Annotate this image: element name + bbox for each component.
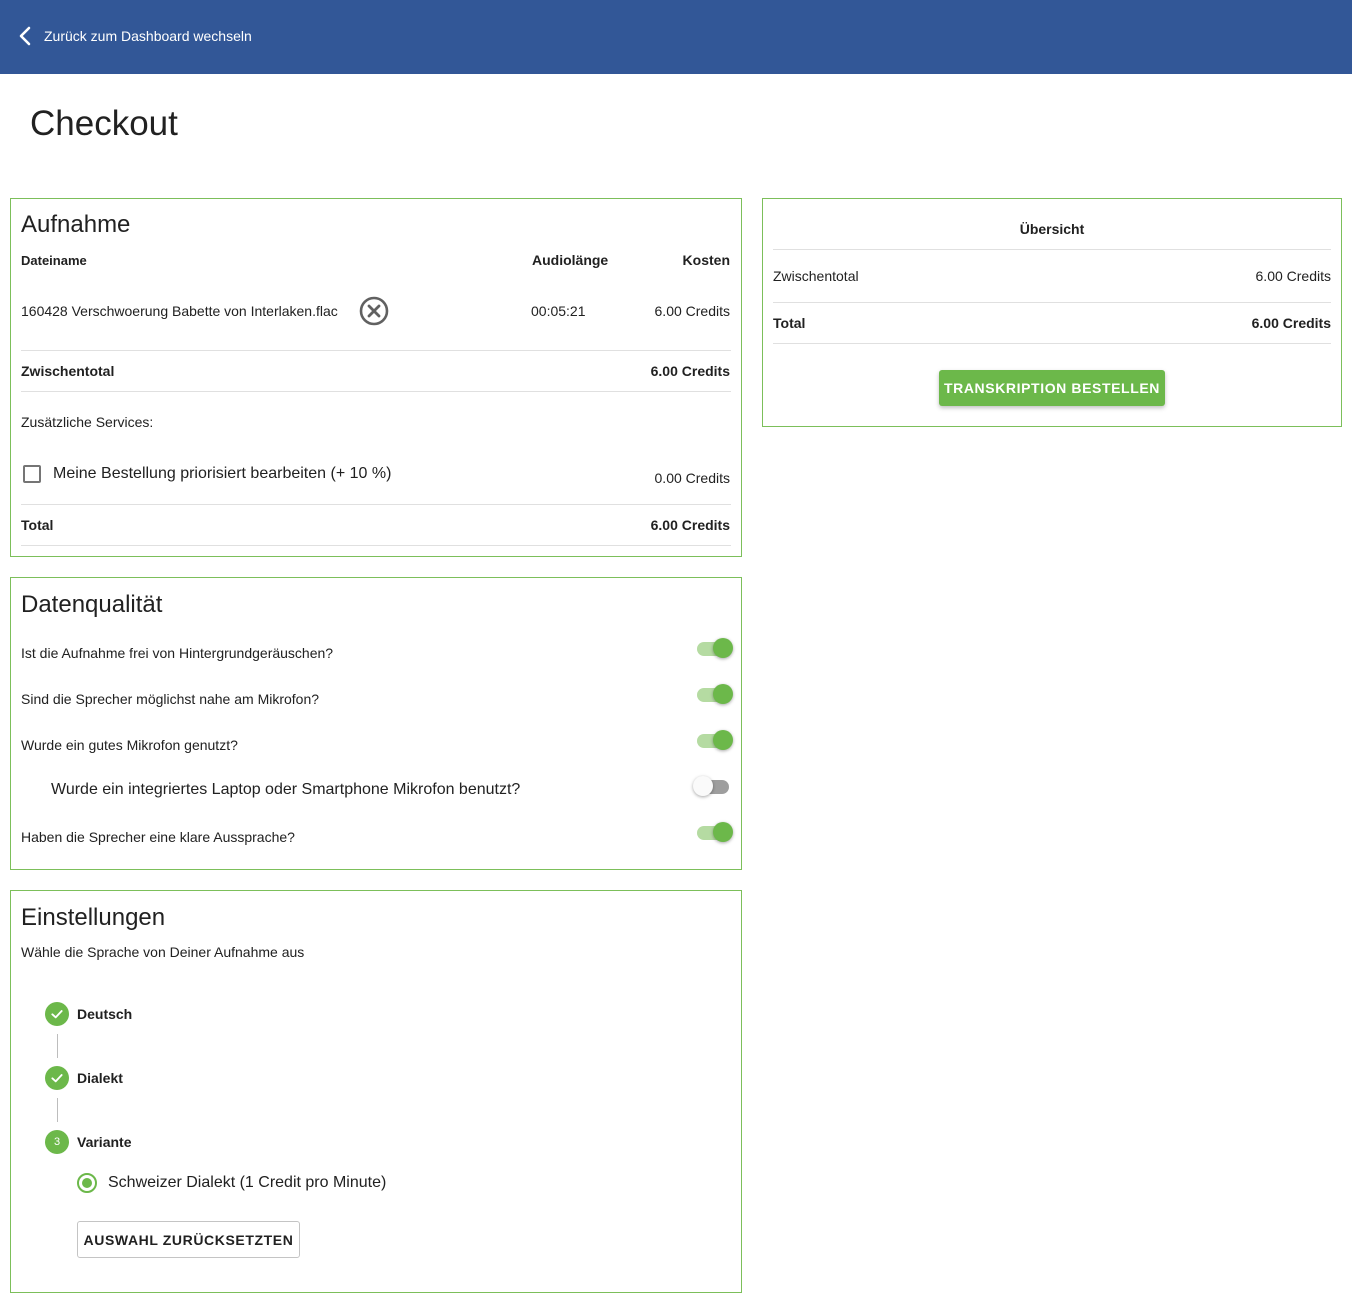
divider — [773, 249, 1331, 250]
summary-total-label: Total — [773, 315, 806, 331]
quality-toggle-clear-pronunciation[interactable] — [695, 822, 733, 844]
summary-title: Übersicht — [1019, 221, 1085, 237]
quality-question: Haben die Sprecher eine klare Aussprache… — [21, 829, 295, 845]
step-label-dialect[interactable]: Dialekt — [77, 1070, 123, 1086]
file-cost: 6.00 Credits — [654, 303, 730, 319]
divider — [21, 545, 731, 546]
quality-question: Wurde ein gutes Mikrofon genutzt? — [21, 737, 238, 753]
subtotal-value: 6.00 Credits — [650, 363, 730, 379]
total-label: Total — [21, 517, 54, 533]
settings-card: Einstellungen Wähle die Sprache von Dein… — [10, 890, 742, 1293]
back-to-dashboard-link[interactable]: Zurück zum Dashboard wechseln — [18, 24, 252, 48]
quality-toggle-background-noise[interactable] — [695, 638, 733, 660]
recording-title: Aufnahme — [21, 211, 131, 238]
step-done-check-icon — [45, 1002, 69, 1026]
settings-subtitle: Wähle die Sprache von Deiner Aufnahme au… — [21, 944, 305, 960]
file-name: 160428 Verschwoerung Babette von Interla… — [21, 303, 338, 319]
top-bar: Zurück zum Dashboard wechseln — [0, 0, 1352, 74]
summary-total-value: 6.00 Credits — [1251, 315, 1331, 331]
priority-value: 0.00 Credits — [654, 470, 730, 486]
recording-card: Aufnahme Dateiname Audiolänge Kosten 160… — [10, 198, 742, 557]
quality-toggle-speaker-distance[interactable] — [695, 684, 733, 706]
step-label-variant[interactable]: Variante — [77, 1134, 131, 1150]
summary-subtotal-value: 6.00 Credits — [1255, 268, 1331, 284]
quality-question: Sind die Sprecher möglichst nahe am Mikr… — [21, 691, 320, 707]
step-label-language[interactable]: Deutsch — [77, 1006, 132, 1022]
divider — [21, 350, 731, 351]
step-connector — [57, 1098, 58, 1122]
quality-toggle-integrated-microphone[interactable] — [693, 776, 731, 798]
quality-question: Wurde ein integriertes Laptop oder Smart… — [51, 781, 521, 798]
subtotal-label: Zwischentotal — [21, 363, 115, 379]
quality-toggle-good-microphone[interactable] — [695, 730, 733, 752]
quality-card: Datenqualität Ist die Aufnahme frei von … — [10, 577, 742, 870]
step-connector — [57, 1034, 58, 1058]
file-duration: 00:05:21 — [531, 303, 586, 319]
page-title: Checkout — [30, 104, 178, 143]
total-value: 6.00 Credits — [650, 517, 730, 533]
priority-checkbox[interactable] — [23, 465, 41, 483]
column-header-cost: Kosten — [682, 252, 730, 268]
quality-title: Datenqualität — [21, 591, 163, 618]
order-transcription-button[interactable]: TRANSKRIPTION BESTELLEN — [939, 370, 1165, 406]
back-label: Zurück zum Dashboard wechseln — [44, 28, 252, 44]
priority-label[interactable]: Meine Bestellung priorisiert bearbeiten … — [53, 465, 391, 483]
column-header-filename: Dateiname — [21, 253, 87, 268]
divider — [21, 504, 731, 505]
dialect-option-radio[interactable] — [77, 1173, 97, 1193]
divider — [21, 391, 731, 392]
step-done-check-icon — [45, 1066, 69, 1090]
divider — [773, 302, 1331, 303]
dialect-option-label[interactable]: Schweizer Dialekt (1 Credit pro Minute) — [108, 1174, 386, 1192]
step-number-badge: 3 — [45, 1130, 69, 1154]
reset-selection-button[interactable]: AUSWAHL ZURÜCKSETZTEN — [77, 1221, 300, 1258]
quality-question: Ist die Aufnahme frei von Hintergrundger… — [21, 645, 334, 661]
chevron-left-icon — [18, 24, 36, 48]
divider — [773, 343, 1331, 344]
close-circle-icon[interactable] — [359, 296, 389, 326]
summary-card: Übersicht Zwischentotal 6.00 Credits Tot… — [762, 198, 1342, 427]
services-label: Zusätzliche Services: — [21, 414, 154, 430]
column-header-duration: Audiolänge — [532, 252, 609, 268]
settings-title: Einstellungen — [21, 904, 166, 931]
summary-subtotal-label: Zwischentotal — [773, 268, 859, 284]
